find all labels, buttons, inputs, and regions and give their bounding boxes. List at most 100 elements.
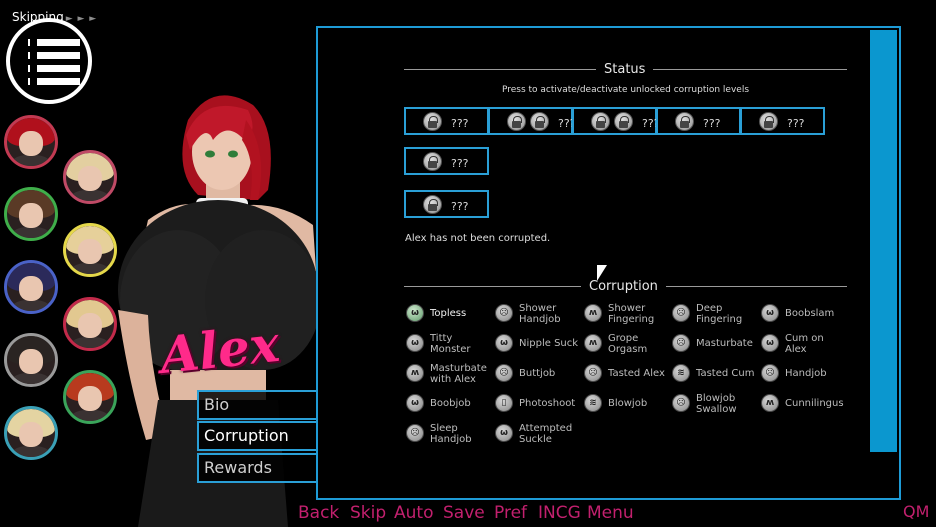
main-menu-button[interactable] xyxy=(6,18,92,104)
corruption-item-label: Deep Fingering xyxy=(696,303,743,325)
character-portrait[interactable] xyxy=(63,150,117,204)
corruption-item-label: Blowjob xyxy=(608,398,648,409)
tab-rewards-label: Rewards xyxy=(204,458,272,477)
quick-menu-back[interactable]: Back xyxy=(298,503,339,523)
skip-arrows-icon: ► ► ► xyxy=(65,14,98,24)
quick-menu-menu[interactable]: Menu xyxy=(587,503,634,523)
tab-corruption-label: Corruption xyxy=(204,426,289,445)
quick-menu-skip[interactable]: Skip xyxy=(350,503,386,523)
corruption-level-slot[interactable]: ??? xyxy=(740,107,825,135)
corruption-item-label: Grope Orgasm xyxy=(608,333,648,355)
breasts-icon: ω xyxy=(495,424,513,442)
corruption-level-slot[interactable]: ??? xyxy=(404,190,489,218)
corruption-level-slot[interactable]: ??? xyxy=(404,147,489,175)
corruption-item-label: Boobjob xyxy=(430,398,471,409)
corruption-item-label: Buttjob xyxy=(519,368,556,379)
corruption-item[interactable]: ☹ Deep Fingering xyxy=(672,303,760,329)
quick-menu-auto[interactable]: Auto xyxy=(394,503,433,523)
face-icon: ☹ xyxy=(495,364,513,382)
face-icon: ☹ xyxy=(672,304,690,322)
corruption-item[interactable]: ☹ Tasted Alex xyxy=(584,363,672,389)
corruption-item-label: Shower Fingering xyxy=(608,303,655,325)
corruption-item[interactable]: ☹ Shower Handjob xyxy=(495,303,583,329)
character-portrait[interactable] xyxy=(63,370,117,424)
panel-scrollbar[interactable] xyxy=(870,30,897,452)
hand-icon: ʍ xyxy=(406,364,424,382)
corruption-item[interactable]: ʍ Masturbate with Alex xyxy=(406,363,494,389)
hand-icon: ʍ xyxy=(584,334,602,352)
corruption-item[interactable]: ω Nipple Suck xyxy=(495,333,583,359)
corruption-item[interactable]: ≋ Tasted Cum xyxy=(672,363,760,389)
corruption-item[interactable]: ☹ Masturbate xyxy=(672,333,760,359)
lock-icon xyxy=(591,112,610,131)
corruption-item[interactable]: ω Boobjob xyxy=(406,393,494,419)
lock-icon xyxy=(759,112,778,131)
status-title: Status xyxy=(596,62,654,77)
breasts-icon: ω xyxy=(406,334,424,352)
corruption-level-slot[interactable]: ??? xyxy=(572,107,660,135)
character-portrait[interactable] xyxy=(63,297,117,351)
tab-bio[interactable]: Bio xyxy=(197,390,328,420)
corruption-level-slot[interactable]: ??? xyxy=(656,107,741,135)
corruption-item[interactable]: ▯ Photoshoot xyxy=(495,393,583,419)
phone-icon: ▯ xyxy=(495,394,513,412)
character-portrait[interactable] xyxy=(4,406,58,460)
corruption-item[interactable]: ω Attempted Suckle xyxy=(495,423,583,449)
corruption-item[interactable]: ☹ Handjob xyxy=(761,363,849,389)
quick-menu-toggle[interactable]: QM xyxy=(903,502,929,521)
corruption-item-label: Tasted Alex xyxy=(608,368,665,379)
face-icon: ☹ xyxy=(495,304,513,322)
tab-rewards[interactable]: Rewards xyxy=(197,453,328,483)
tab-corruption[interactable]: Corruption xyxy=(197,421,328,451)
corruption-item[interactable]: ω Titty Monster xyxy=(406,333,494,359)
corruption-item[interactable]: ☹ Buttjob xyxy=(495,363,583,389)
corruption-item-label: Cum on Alex xyxy=(785,333,824,355)
character-portrait[interactable] xyxy=(4,187,58,241)
corruption-item-label: Shower Handjob xyxy=(519,303,561,325)
corruption-item-label: Topless xyxy=(430,308,467,319)
status-hint: Press to activate/deactivate unlocked co… xyxy=(501,85,750,95)
corruption-item[interactable]: ω Boobslam xyxy=(761,303,849,329)
corruption-item-label: Attempted Suckle xyxy=(519,423,573,445)
slot-label: ??? xyxy=(451,117,469,130)
quick-menu-save[interactable]: Save xyxy=(443,503,485,523)
character-portrait[interactable] xyxy=(4,115,58,169)
corruption-level-slot[interactable]: ??? xyxy=(488,107,576,135)
corruption-item[interactable]: ☹ Sleep Handjob xyxy=(406,423,494,449)
quick-menu-pref[interactable]: Pref xyxy=(494,503,527,523)
corruption-item[interactable]: ω Topless xyxy=(406,303,494,329)
corruption-item-label: Blowjob Swallow xyxy=(696,393,737,415)
corruption-item-label: Boobslam xyxy=(785,308,835,319)
corruption-item-label: Masturbate with Alex xyxy=(430,363,487,385)
corruption-item[interactable]: ʍ Grope Orgasm xyxy=(584,333,672,359)
corruption-item[interactable]: ʍ Shower Fingering xyxy=(584,303,672,329)
corruption-item[interactable]: ☹ Blowjob Swallow xyxy=(672,393,760,419)
corruption-item-label: Masturbate xyxy=(696,338,753,349)
corruption-item[interactable]: ω Cum on Alex xyxy=(761,333,849,359)
lock-icon xyxy=(675,112,694,131)
corruption-item-label: Cunnilingus xyxy=(785,398,844,409)
list-icon xyxy=(28,39,80,85)
lock-icon xyxy=(423,112,442,131)
quick-menu-incg[interactable]: INCG xyxy=(538,503,581,523)
lock-icon xyxy=(423,195,442,214)
corruption-item[interactable]: ≋ Blowjob xyxy=(584,393,672,419)
corruption-level-slot[interactable]: ??? xyxy=(404,107,489,135)
corruption-item-label: Photoshoot xyxy=(519,398,576,409)
slot-label: ??? xyxy=(451,157,469,170)
character-name-logo: Alex xyxy=(157,313,283,386)
status-message: Alex has not been corrupted. xyxy=(405,233,551,244)
tab-bio-label: Bio xyxy=(204,395,230,414)
slot-label: ??? xyxy=(787,117,805,130)
face-icon: ☹ xyxy=(672,334,690,352)
lock-icon xyxy=(423,152,442,171)
character-portrait[interactable] xyxy=(63,223,117,277)
breasts-icon: ω xyxy=(761,334,779,352)
corruption-item-label: Handjob xyxy=(785,368,827,379)
hand-icon: ʍ xyxy=(584,304,602,322)
hand-icon: ʍ xyxy=(761,394,779,412)
character-portrait[interactable] xyxy=(4,333,58,387)
corruption-item[interactable]: ʍ Cunnilingus xyxy=(761,393,849,419)
character-portrait[interactable] xyxy=(4,260,58,314)
corruption-panel xyxy=(316,26,901,500)
